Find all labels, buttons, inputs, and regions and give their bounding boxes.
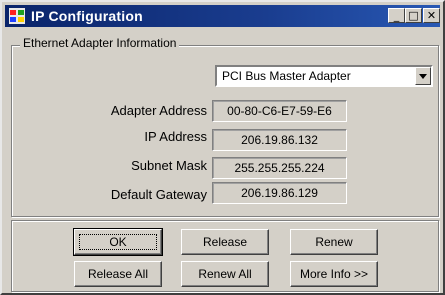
default-gateway-label: Default Gateway: [110, 187, 207, 202]
ip-configuration-window: IP Configuration _ □ ✕ Ethernet Adapter …: [0, 0, 445, 295]
minimize-button[interactable]: _: [388, 8, 405, 23]
minimize-icon: _: [393, 9, 400, 22]
more-info-button-label: More Info >>: [299, 267, 369, 281]
close-button[interactable]: ✕: [423, 8, 440, 23]
release-all-button[interactable]: Release All: [74, 261, 162, 287]
renew-button[interactable]: Renew: [290, 229, 378, 255]
release-button-label: Release: [202, 235, 248, 249]
maximize-icon: □: [408, 9, 419, 22]
window-title: IP Configuration: [31, 8, 143, 24]
close-icon: ✕: [426, 9, 437, 22]
chevron-down-icon: [419, 74, 427, 79]
adapter-address-value: 00-80-C6-E7-59-E6: [212, 100, 347, 122]
release-all-button-label: Release All: [87, 267, 149, 281]
maximize-button[interactable]: □: [405, 8, 422, 23]
dropdown-button[interactable]: [415, 67, 431, 85]
default-gateway-value: 206.19.86.129: [212, 182, 347, 204]
adapter-select-value: PCI Bus Master Adapter: [222, 69, 351, 83]
subnet-mask-value: 255.255.255.224: [212, 157, 347, 179]
renew-button-label: Renew: [315, 235, 353, 249]
group-label: Ethernet Adapter Information: [20, 36, 180, 50]
subnet-mask-label: Subnet Mask: [131, 158, 207, 173]
renew-all-button[interactable]: Renew All: [181, 261, 269, 287]
ok-button[interactable]: OK: [73, 228, 163, 256]
title-bar[interactable]: IP Configuration _ □ ✕: [5, 5, 440, 27]
adapter-select[interactable]: PCI Bus Master Adapter: [215, 65, 433, 87]
ip-address-label: IP Address: [144, 129, 207, 144]
focus-rect: [79, 234, 157, 250]
network-app-icon: [9, 8, 25, 24]
adapter-address-label: Adapter Address: [110, 103, 207, 118]
more-info-button[interactable]: More Info >>: [290, 261, 378, 287]
ip-address-value: 206.19.86.132: [212, 129, 347, 151]
renew-all-button-label: Renew All: [198, 267, 252, 281]
release-button[interactable]: Release: [181, 229, 269, 255]
